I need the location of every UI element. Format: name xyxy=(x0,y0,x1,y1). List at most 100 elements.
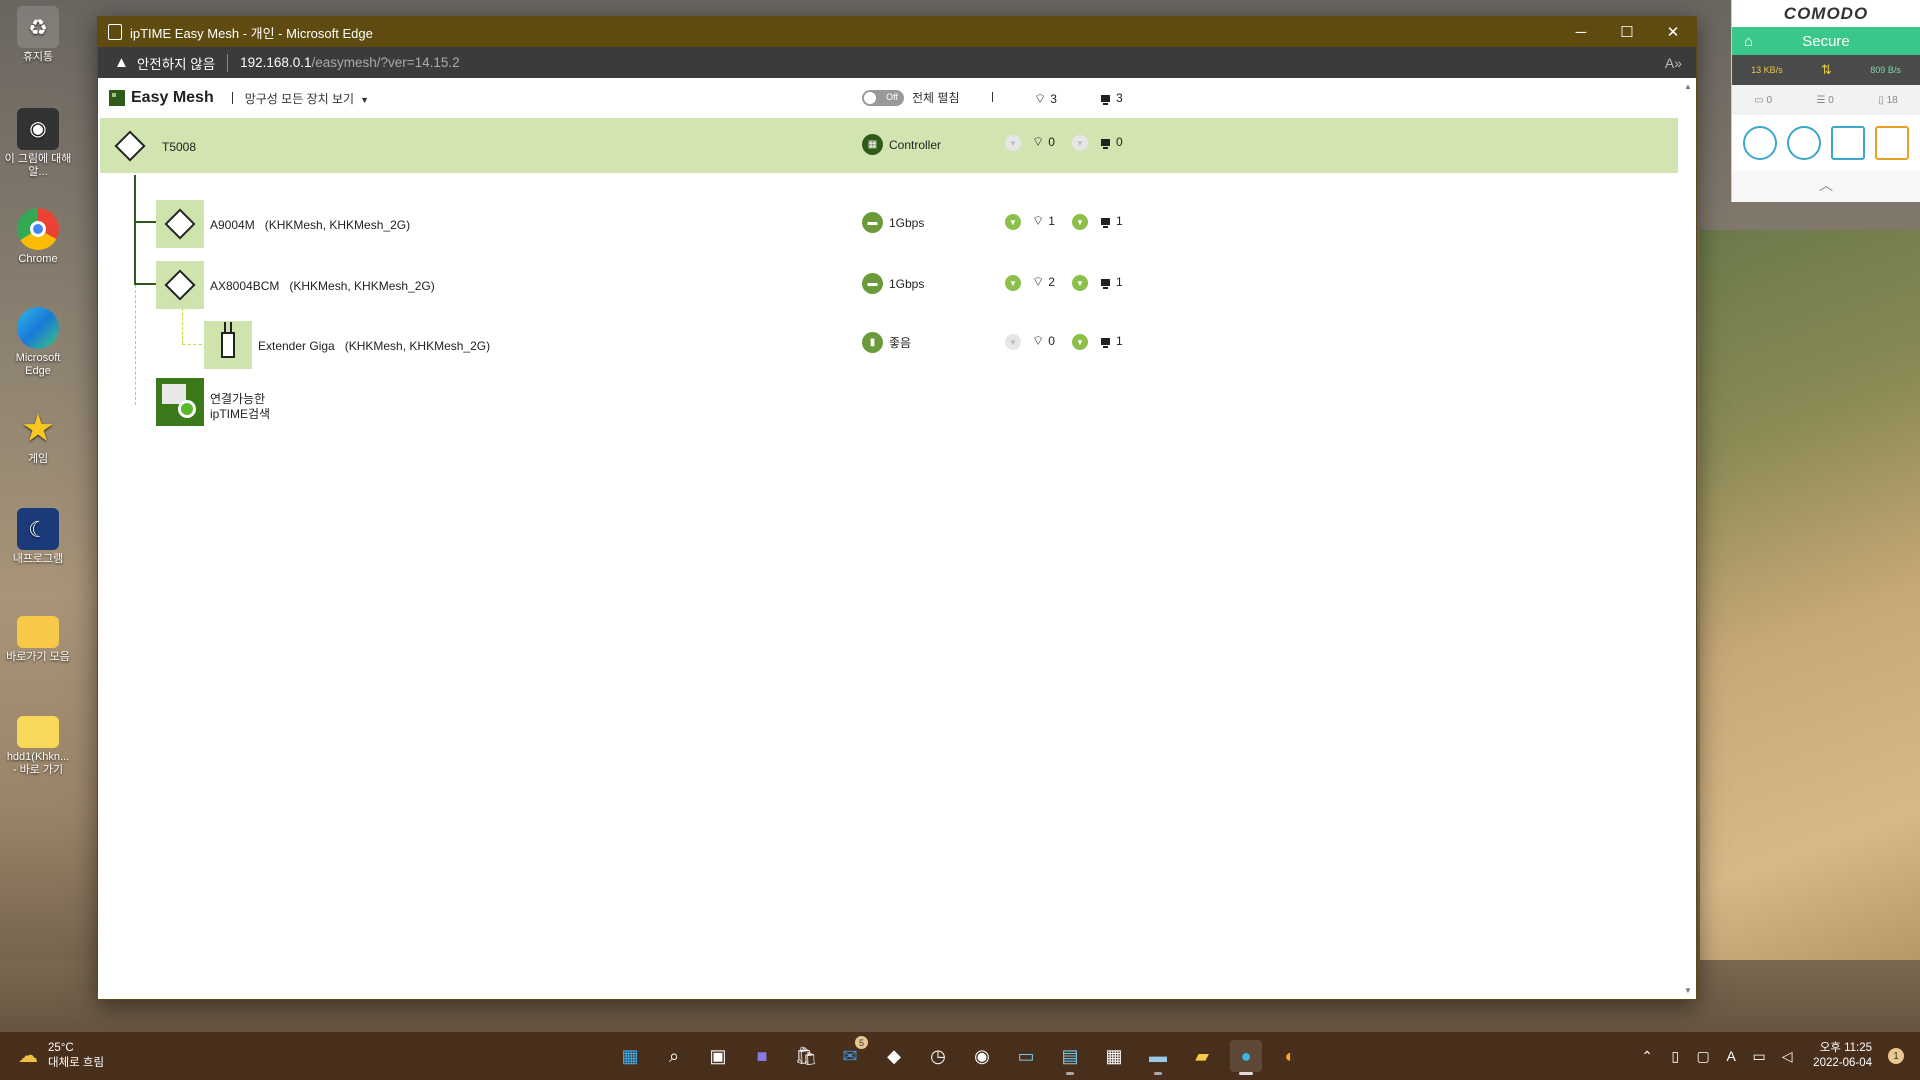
refresh-icon[interactable] xyxy=(1787,126,1821,160)
desktop-icon-myprogram[interactable]: ☾ 내프로그램 xyxy=(4,508,72,566)
wired-expand-arrow[interactable]: ▼ xyxy=(1072,275,1088,291)
page-content: Easy Mesh 망구성 모든 장치 보기 ▼ Off 전체 펼침 ⌔ 3 3 … xyxy=(98,78,1696,999)
wifi-icon: ⌔ xyxy=(1032,333,1045,348)
header-stat-divider xyxy=(992,92,993,102)
desktop-icon-chrome[interactable]: Chrome xyxy=(4,208,72,266)
comodo-secure-bar[interactable]: ⌂ Secure xyxy=(1732,27,1920,55)
search-icon[interactable]: ⌕ xyxy=(658,1040,690,1072)
notification-badge[interactable]: 1 xyxy=(1888,1048,1904,1064)
counter-2[interactable]: ☰ 0 xyxy=(1817,95,1834,106)
calculator-icon[interactable]: ▦ xyxy=(1098,1040,1130,1072)
clock-app-icon[interactable]: ◷ xyxy=(922,1040,954,1072)
close-button[interactable]: ✕ xyxy=(1650,17,1696,47)
desktop-icon-label: 게임 xyxy=(27,453,49,465)
taskbar: ☁ 25°C 대체로 흐림 ▦ ⌕ ▣ ■ 🛍 ✉ 5 ◆ ◷ ◉ ▭ ▤ ▦ ▬… xyxy=(0,1032,1920,1080)
comodo-status: Secure xyxy=(1802,32,1850,50)
scroll-down-icon[interactable]: ▼ xyxy=(1684,986,1692,995)
ax8004bcm-connection: ▬ 1Gbps xyxy=(862,273,924,294)
address-bar[interactable]: ▲ 안전하지 않음 192.168.0.1/easymesh/?ver=14.1… xyxy=(98,47,1696,78)
desktop-icon-recycle-bin[interactable]: ♻ 휴지통 xyxy=(4,6,72,64)
window-titlebar[interactable]: ipTIME Easy Mesh - 개인 - Microsoft Edge ─… xyxy=(98,17,1696,47)
task-view-icon[interactable]: ▣ xyxy=(702,1040,734,1072)
comodo-brand: COMODO xyxy=(1783,4,1869,23)
collapse-chevron-icon[interactable]: ︿ xyxy=(1732,171,1920,202)
taskbar-apps: ▦ ⌕ ▣ ■ 🛍 ✉ 5 ◆ ◷ ◉ ▭ ▤ ▦ ▬ ▰ ● ◐ xyxy=(614,1036,1306,1075)
weather-widget[interactable]: ☁ 25°C 대체로 흐림 xyxy=(18,1041,104,1071)
desktop-icon-camera[interactable]: ◉ 이 그림에 대해 알... xyxy=(4,108,72,179)
total-wifi-value: 3 xyxy=(1050,92,1057,106)
desktop-icon-edge[interactable]: Microsoft Edge xyxy=(4,307,72,378)
warning-icon[interactable]: ▲ xyxy=(114,54,129,71)
chrome-icon xyxy=(17,208,59,250)
minimize-button[interactable]: ─ xyxy=(1558,17,1604,47)
tree-connector-wireless xyxy=(182,344,202,345)
home-icon[interactable]: ⌂ xyxy=(1744,33,1753,50)
extender-connection: ▮ 좋음 xyxy=(862,332,911,353)
wifi-icon: ⌔ xyxy=(1032,134,1045,149)
counter-3[interactable]: ▯ 18 xyxy=(1878,95,1897,106)
wired-expand-arrow[interactable]: ▼ xyxy=(1072,214,1088,230)
read-aloud-icon[interactable]: A» xyxy=(1665,55,1682,71)
page-title: Easy Mesh xyxy=(131,89,214,106)
device-name-ax8004bcm[interactable]: AX8004BCM (KHKMesh, KHKMesh_2G) xyxy=(210,279,435,293)
security-status[interactable]: 안전하지 않음 xyxy=(137,53,215,73)
device-name-extender-giga[interactable]: Extender Giga (KHKMesh, KHKMesh_2G) xyxy=(258,339,490,353)
device-name-a9004m[interactable]: A9004M (KHKMesh, KHKMesh_2G) xyxy=(210,218,410,232)
wifi-expand-arrow[interactable]: ▼ xyxy=(1005,275,1021,291)
a9004m-connection: ▬ 1Gbps xyxy=(862,212,924,233)
expand-all-toggle[interactable]: Off xyxy=(862,89,904,106)
wifi-expand-arrow[interactable]: ▼ xyxy=(1005,334,1021,350)
search-device-label[interactable]: 연결가능한 ipTIME검색 xyxy=(210,392,270,422)
desktop-icon-hdd1[interactable]: hdd1(Khkn... - 바로 가기 xyxy=(4,708,72,777)
system-clock[interactable]: 오후 11:25 2022-06-04 xyxy=(1813,1041,1872,1071)
device-wifi-count: ⌔ 0 xyxy=(1032,134,1055,149)
desktop-icon-shortcut-folder[interactable]: 바로가기 모음 xyxy=(4,608,72,664)
notepad-icon[interactable]: ▤ xyxy=(1054,1040,1086,1075)
maximize-button[interactable]: ☐ xyxy=(1604,17,1650,47)
tree-connector-wireless xyxy=(182,308,183,344)
cart-icon[interactable] xyxy=(1875,126,1909,160)
chevron-up-icon[interactable]: ⌃ xyxy=(1633,1048,1661,1065)
scroll-up-icon[interactable]: ▲ xyxy=(1684,82,1692,91)
desktop-icon-game[interactable]: ★ 게임 xyxy=(4,408,72,466)
mesh-router-icon[interactable] xyxy=(156,200,204,248)
expand-all-control: Off 전체 펼침 xyxy=(862,89,960,106)
wifi-icon: ⌔ xyxy=(1032,274,1045,289)
scan-icon[interactable] xyxy=(1743,126,1777,160)
start-button[interactable]: ▦ xyxy=(614,1040,646,1072)
wifi-icon: ⌔ xyxy=(1032,213,1045,228)
camera-app-icon[interactable]: ◉ xyxy=(966,1040,998,1072)
wifi-expand-arrow[interactable]: ▼ xyxy=(1005,135,1021,151)
computer-icon xyxy=(1101,337,1110,348)
url-path[interactable]: /easymesh/?ver=14.15.2 xyxy=(311,55,459,70)
usb-icon[interactable]: ▢ xyxy=(1689,1048,1717,1065)
monitor-icon[interactable]: ▬ xyxy=(1142,1040,1174,1075)
file-explorer-icon[interactable]: ▰ xyxy=(1186,1040,1218,1072)
search-device-icon[interactable] xyxy=(156,378,204,426)
controller-router-icon[interactable] xyxy=(108,124,152,168)
wired-expand-arrow[interactable]: ▼ xyxy=(1072,334,1088,350)
wired-expand-arrow[interactable]: ▼ xyxy=(1072,135,1088,151)
app-icon-2[interactable]: ◐ xyxy=(1274,1040,1306,1072)
view-dropdown[interactable]: 망구성 모든 장치 보기 ▼ xyxy=(245,90,369,107)
teams-icon[interactable]: ■ xyxy=(746,1040,778,1072)
app-icon-1[interactable]: ◆ xyxy=(878,1040,910,1072)
edge-taskbar-icon[interactable]: ● xyxy=(1230,1040,1262,1075)
page-scrollbar[interactable]: ▲ ▼ xyxy=(1680,78,1696,999)
volume-icon[interactable]: ◁ xyxy=(1773,1048,1801,1065)
wifi-expand-arrow[interactable]: ▼ xyxy=(1005,214,1021,230)
device-wired-count: 0 xyxy=(1101,135,1123,149)
mesh-router-icon[interactable] xyxy=(156,261,204,309)
page-icon xyxy=(108,24,122,40)
remote-desktop-icon[interactable]: ▭ xyxy=(1010,1040,1042,1072)
language-icon[interactable]: A xyxy=(1717,1048,1745,1064)
network-icon[interactable]: ▭ xyxy=(1745,1048,1773,1065)
device-name-t5008[interactable]: T5008 xyxy=(162,140,196,154)
extender-icon[interactable] xyxy=(204,321,252,369)
lock-icon[interactable] xyxy=(1831,126,1865,160)
url-host[interactable]: 192.168.0.1 xyxy=(240,55,311,70)
store-icon[interactable]: 🛍 xyxy=(790,1040,822,1072)
counter-1[interactable]: ▭ 0 xyxy=(1754,95,1772,106)
mail-icon[interactable]: ✉ 5 xyxy=(834,1036,868,1072)
tray-app-icon[interactable]: ▯ xyxy=(1661,1048,1689,1065)
